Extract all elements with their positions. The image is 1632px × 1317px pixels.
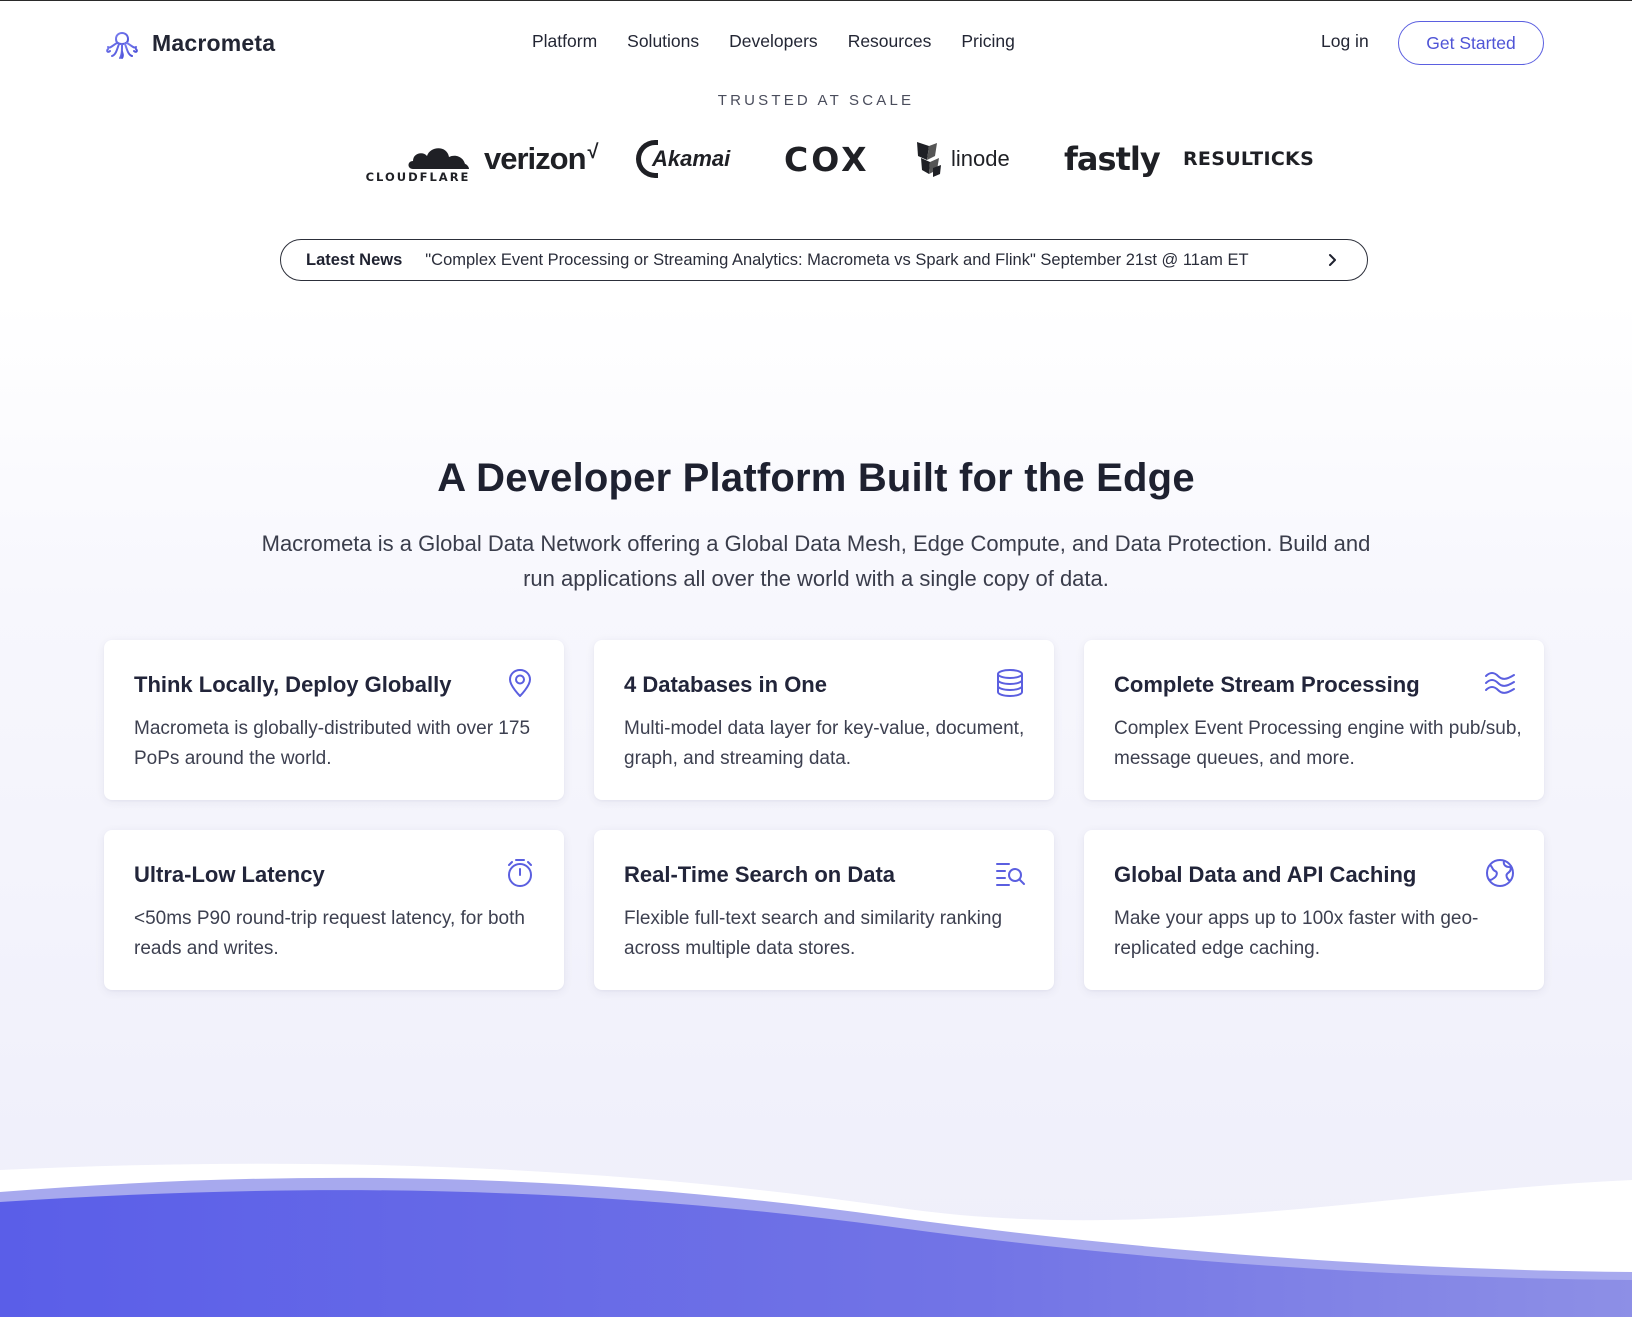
feature-description: Flexible full-text search and similarity… [624,908,1003,959]
feature-title: Real-Time Search on Data [624,862,896,887]
feature-card[interactable]: Ultra-Low Latency <50ms P90 round-trip r… [104,830,564,990]
feature-card[interactable]: Real-Time Search on Data Flexible full-t… [594,830,1054,990]
cox-logo: COX [784,139,870,179]
linode-cube-icon [917,142,941,177]
fastly-logo: fastly [1064,140,1161,178]
akamai-logo: Akamai [636,134,730,184]
nav-item-solutions[interactable]: Solutions [627,31,699,52]
nav-item-platform[interactable]: Platform [532,31,597,52]
decorative-wave [0,1163,1632,1317]
feature-card[interactable]: 4 Databases in One Multi-model data laye… [594,640,1054,800]
login-link[interactable]: Log in [1321,31,1369,52]
feature-title: Complete Stream Processing [1114,672,1420,697]
waves-icon [1485,672,1515,694]
latest-news-text[interactable]: "Complex Event Processing or Streaming A… [425,251,1248,270]
cloud-icon [408,148,469,169]
database-icon [997,669,1023,698]
feature-title: Global Data and API Caching [1114,862,1417,887]
chevron-right-icon[interactable] [1327,249,1339,271]
resulticks-logo: RESULTICKS [1183,148,1315,170]
nav-item-pricing[interactable]: Pricing [961,31,1015,52]
section-subheadline: Macrometa is a Global Data Network offer… [261,531,1371,591]
feature-title: 4 Databases in One [624,672,827,697]
stopwatch-icon [508,859,532,887]
verizon-logo: verizon √ [484,140,599,177]
feature-description: Multi-model data layer for key-value, do… [624,718,1025,769]
latest-news-banner[interactable]: Latest News "Complex Event Processing or… [280,239,1368,281]
feature-description: Complex Event Processing engine with pub… [1114,718,1522,769]
get-started-button[interactable]: Get Started [1398,21,1544,65]
site-header: Macrometa Platform Solutions Developers … [0,1,1632,83]
feature-title: Ultra-Low Latency [134,862,325,887]
customer-logos: CLOUDFLARE verizon √ Akamai COX linode fa… [348,134,1314,185]
macrometa-logo[interactable]: Macrometa [104,25,275,61]
latest-news-label: Latest News [306,250,403,269]
section-headline: A Developer Platform Built for the Edge [437,456,1195,500]
brand-name: Macrometa [152,29,276,56]
search-list-icon [996,863,1025,886]
nav-item-resources[interactable]: Resources [848,31,932,52]
trusted-title: TRUSTED AT SCALE [717,92,915,109]
feature-description: Macrometa is globally-distributed with o… [134,718,531,769]
feature-description: Make your apps up to 100x faster with ge… [1114,908,1479,959]
feature-card[interactable]: Think Locally, Deploy Globally Macrometa… [104,640,564,800]
main-nav: Platform Solutions Developers Resources … [532,31,1015,52]
octopus-logo-icon [106,32,138,59]
nav-item-developers[interactable]: Developers [729,31,818,52]
map-pin-icon [509,669,531,697]
feature-card[interactable]: Complete Stream Processing Complex Event… [1084,640,1544,800]
feature-description: <50ms P90 round-trip request latency, fo… [134,908,525,959]
cloudflare-logo: CLOUDFLARE [354,134,482,184]
linode-logo: linode [915,134,1010,184]
feature-card[interactable]: Global Data and API Caching Make your ap… [1084,830,1544,990]
feature-title: Think Locally, Deploy Globally [134,672,452,697]
globe-icon [1486,859,1514,887]
